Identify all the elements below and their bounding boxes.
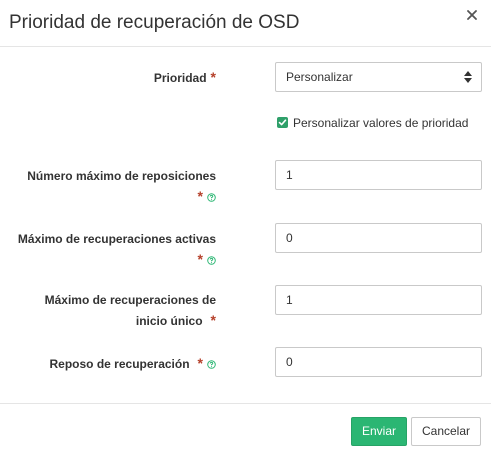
submit-button[interactable]: Enviar <box>351 417 407 446</box>
max-backfills-input[interactable]: 1 <box>275 160 482 190</box>
priority-select-value: Personalizar <box>286 70 353 84</box>
question-circle-icon[interactable] <box>207 355 216 375</box>
check-icon <box>278 119 287 126</box>
recovery-sleep-label-text: Reposo de recuperación <box>49 357 190 371</box>
modal-header: Prioridad de recuperación de OSD <box>0 0 491 47</box>
select-arrows-icon <box>464 71 472 83</box>
recovery-sleep-label: Reposo de recuperación * <box>0 353 216 375</box>
required-mark: * <box>210 69 216 85</box>
priority-label-text: Prioridad <box>153 71 207 85</box>
max-backfills-label-text: Número máximo de reposiciones <box>27 169 216 183</box>
recovery-sleep-input[interactable]: 0 <box>275 347 482 377</box>
max-active-recoveries-value: 0 <box>286 231 293 245</box>
required-mark: * <box>210 312 216 328</box>
customize-priority-checkbox[interactable] <box>277 117 288 128</box>
max-single-start-label-line2: inicio único <box>135 314 203 328</box>
max-single-start-recoveries-input[interactable]: 1 <box>275 285 482 315</box>
required-mark: * <box>197 355 203 371</box>
max-single-start-recoveries-value: 1 <box>286 293 293 307</box>
question-circle-icon[interactable] <box>207 188 216 208</box>
osd-recovery-priority-modal: Prioridad de recuperación de OSD Priorid… <box>0 0 491 455</box>
max-active-recoveries-label-text: Máximo de recuperaciones activas <box>17 232 216 246</box>
required-mark: * <box>197 251 203 267</box>
max-backfills-label: Número máximo de reposiciones * <box>0 166 216 208</box>
max-active-recoveries-input[interactable]: 0 <box>275 223 482 253</box>
recovery-sleep-value: 0 <box>286 355 293 369</box>
modal-footer: Enviar Cancelar <box>0 403 491 455</box>
max-backfills-value: 1 <box>286 168 293 182</box>
close-icon[interactable] <box>467 10 481 24</box>
max-single-start-label-line1: Máximo de recuperaciones de <box>44 293 216 307</box>
modal-title: Prioridad de recuperación de OSD <box>9 12 300 33</box>
max-active-recoveries-label: Máximo de recuperaciones activas * <box>0 229 216 271</box>
customize-priority-label: Personalizar valores de prioridad <box>293 116 469 130</box>
max-single-start-recoveries-label: Máximo de recuperaciones de inicio único… <box>0 290 216 331</box>
required-mark: * <box>197 188 203 204</box>
priority-select[interactable]: Personalizar <box>275 62 482 92</box>
question-circle-icon[interactable] <box>207 251 216 271</box>
cancel-button[interactable]: Cancelar <box>411 417 481 446</box>
priority-label: Prioridad * <box>110 67 216 88</box>
